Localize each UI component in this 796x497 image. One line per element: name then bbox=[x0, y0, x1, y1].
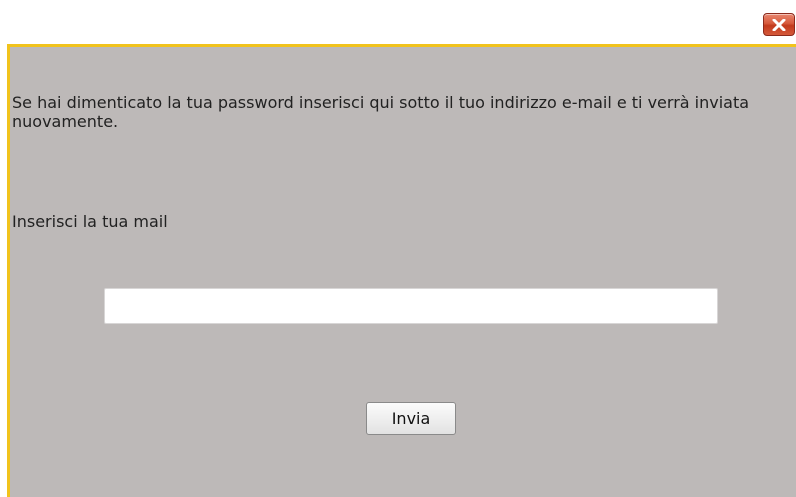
close-icon bbox=[772, 18, 786, 31]
submit-button[interactable]: Invia bbox=[366, 402, 456, 435]
email-input[interactable] bbox=[104, 288, 718, 324]
page: Se hai dimenticato la tua password inser… bbox=[0, 0, 796, 497]
forgot-password-dialog: Se hai dimenticato la tua password inser… bbox=[7, 44, 796, 497]
instruction-text: Se hai dimenticato la tua password inser… bbox=[12, 93, 750, 131]
email-label: Inserisci la tua mail bbox=[12, 212, 168, 231]
close-button[interactable] bbox=[763, 13, 795, 36]
